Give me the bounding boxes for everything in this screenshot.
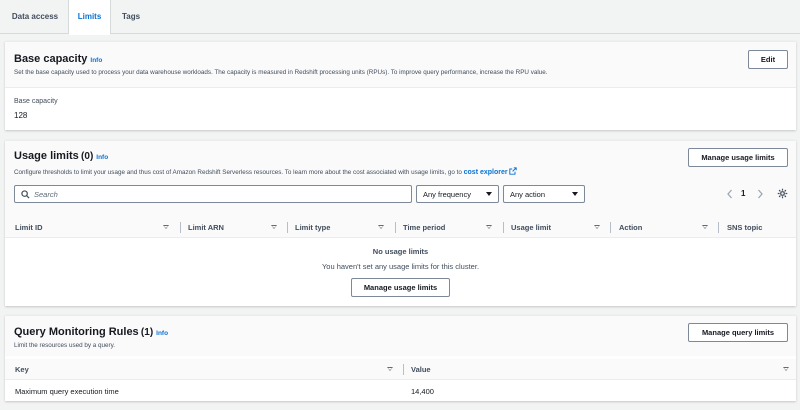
base-capacity-title: Base capacity (14, 53, 88, 65)
usage-limits-panel: Usage limits (0) Info Configure threshold… (5, 140, 796, 306)
column-header-limit-id[interactable]: Limit ID (15, 223, 43, 232)
base-capacity-heading: Base capacity Info (14, 53, 102, 65)
cost-explorer-link[interactable]: cost explorer (464, 169, 508, 176)
sort-icon[interactable] (387, 367, 393, 371)
action-select[interactable]: Any action (503, 185, 585, 203)
qmr-title: Query Monitoring Rules (14, 326, 139, 338)
tab-tags[interactable]: Tags (114, 0, 148, 34)
search-icon (21, 190, 30, 199)
usage-limits-count: (0) (81, 151, 94, 162)
qmr-count: (1) (140, 327, 154, 338)
frequency-select-value: Any frequency (423, 190, 471, 199)
usage-limits-description: Configure thresholds to limit your usage… (14, 167, 518, 176)
usage-limits-description-text: Configure thresholds to limit your usage… (14, 169, 462, 176)
tab-bar: Data access Limits Tags (0, 0, 800, 35)
sort-icon[interactable] (594, 225, 600, 229)
usage-limits-table-header: Limit ID Limit ARN Limit type Time perio… (5, 217, 796, 238)
usage-limits-info-link[interactable]: Info (96, 154, 108, 161)
base-capacity-info-link[interactable]: Info (90, 57, 102, 64)
base-capacity-label: Base capacity (14, 98, 58, 105)
qmr-description: Limit the resources used by a query. (14, 342, 116, 349)
previous-page-icon[interactable] (726, 189, 734, 199)
next-page-icon[interactable] (756, 189, 764, 199)
column-divider[interactable] (610, 222, 611, 233)
qmr-header: Query Monitoring Rules (1) Info Limit the… (5, 316, 796, 356)
base-capacity-header: Base capacity Info Set the base capacity … (5, 42, 796, 88)
table-row: Maximum query execution time 14,400 (5, 381, 796, 401)
tab-limits[interactable]: Limits (68, 0, 111, 35)
base-capacity-value: 128 (14, 111, 28, 120)
sort-icon[interactable] (486, 225, 492, 229)
empty-manage-usage-limits-button[interactable]: Manage usage limits (351, 278, 450, 297)
usage-limits-header: Usage limits (0) Info Configure threshold… (5, 141, 796, 218)
sort-icon[interactable] (783, 367, 789, 371)
edit-button[interactable]: Edit (748, 50, 788, 69)
action-select-value: Any action (510, 190, 546, 199)
column-header-action[interactable]: Action (619, 223, 642, 232)
column-header-time-period[interactable]: Time period (403, 223, 445, 232)
tab-data-access[interactable]: Data access (6, 0, 64, 34)
column-header-value[interactable]: Value (411, 365, 431, 374)
column-divider[interactable] (718, 222, 719, 233)
qmr-heading: Query Monitoring Rules (1) Info (14, 326, 168, 338)
qmr-table-header: Key Value (5, 359, 796, 380)
base-capacity-description: Set the base capacity used to process yo… (14, 69, 548, 76)
manage-usage-limits-button[interactable]: Manage usage limits (688, 148, 788, 167)
column-header-key[interactable]: Key (15, 365, 29, 374)
column-divider[interactable] (287, 222, 288, 233)
column-divider[interactable] (180, 222, 181, 233)
sort-icon[interactable] (163, 225, 169, 229)
column-header-usage-limit[interactable]: Usage limit (511, 223, 551, 232)
external-link-icon (509, 167, 518, 175)
row-value: 14,400 (411, 387, 434, 396)
qmr-info-link[interactable]: Info (156, 330, 168, 337)
usage-limits-heading: Usage limits (0) Info (14, 150, 108, 162)
frequency-select[interactable]: Any frequency (416, 185, 499, 203)
caret-down-icon (486, 192, 492, 196)
caret-down-icon (572, 192, 578, 196)
search-placeholder: Search (34, 190, 58, 199)
row-key: Maximum query execution time (15, 387, 119, 396)
gear-icon[interactable] (777, 188, 788, 199)
empty-state-message: You haven't set any usage limits for thi… (321, 262, 480, 271)
sort-icon[interactable] (378, 225, 384, 229)
column-header-limit-type[interactable]: Limit type (295, 223, 330, 232)
query-monitoring-rules-panel: Query Monitoring Rules (1) Info Limit the… (5, 315, 796, 401)
column-divider[interactable] (395, 222, 396, 233)
column-divider[interactable] (403, 364, 404, 375)
column-header-limit-arn[interactable]: Limit ARN (188, 223, 224, 232)
column-divider[interactable] (503, 222, 504, 233)
empty-state-title: No usage limits (372, 247, 429, 256)
manage-query-limits-button[interactable]: Manage query limits (688, 323, 788, 342)
search-input[interactable]: Search (14, 185, 412, 203)
usage-limits-title: Usage limits (14, 150, 79, 162)
sort-icon[interactable] (702, 225, 708, 229)
base-capacity-panel: Base capacity Info Set the base capacity … (5, 41, 796, 130)
column-header-sns-topic[interactable]: SNS topic (727, 223, 762, 232)
page-number[interactable]: 1 (741, 189, 745, 198)
sort-icon[interactable] (271, 225, 277, 229)
